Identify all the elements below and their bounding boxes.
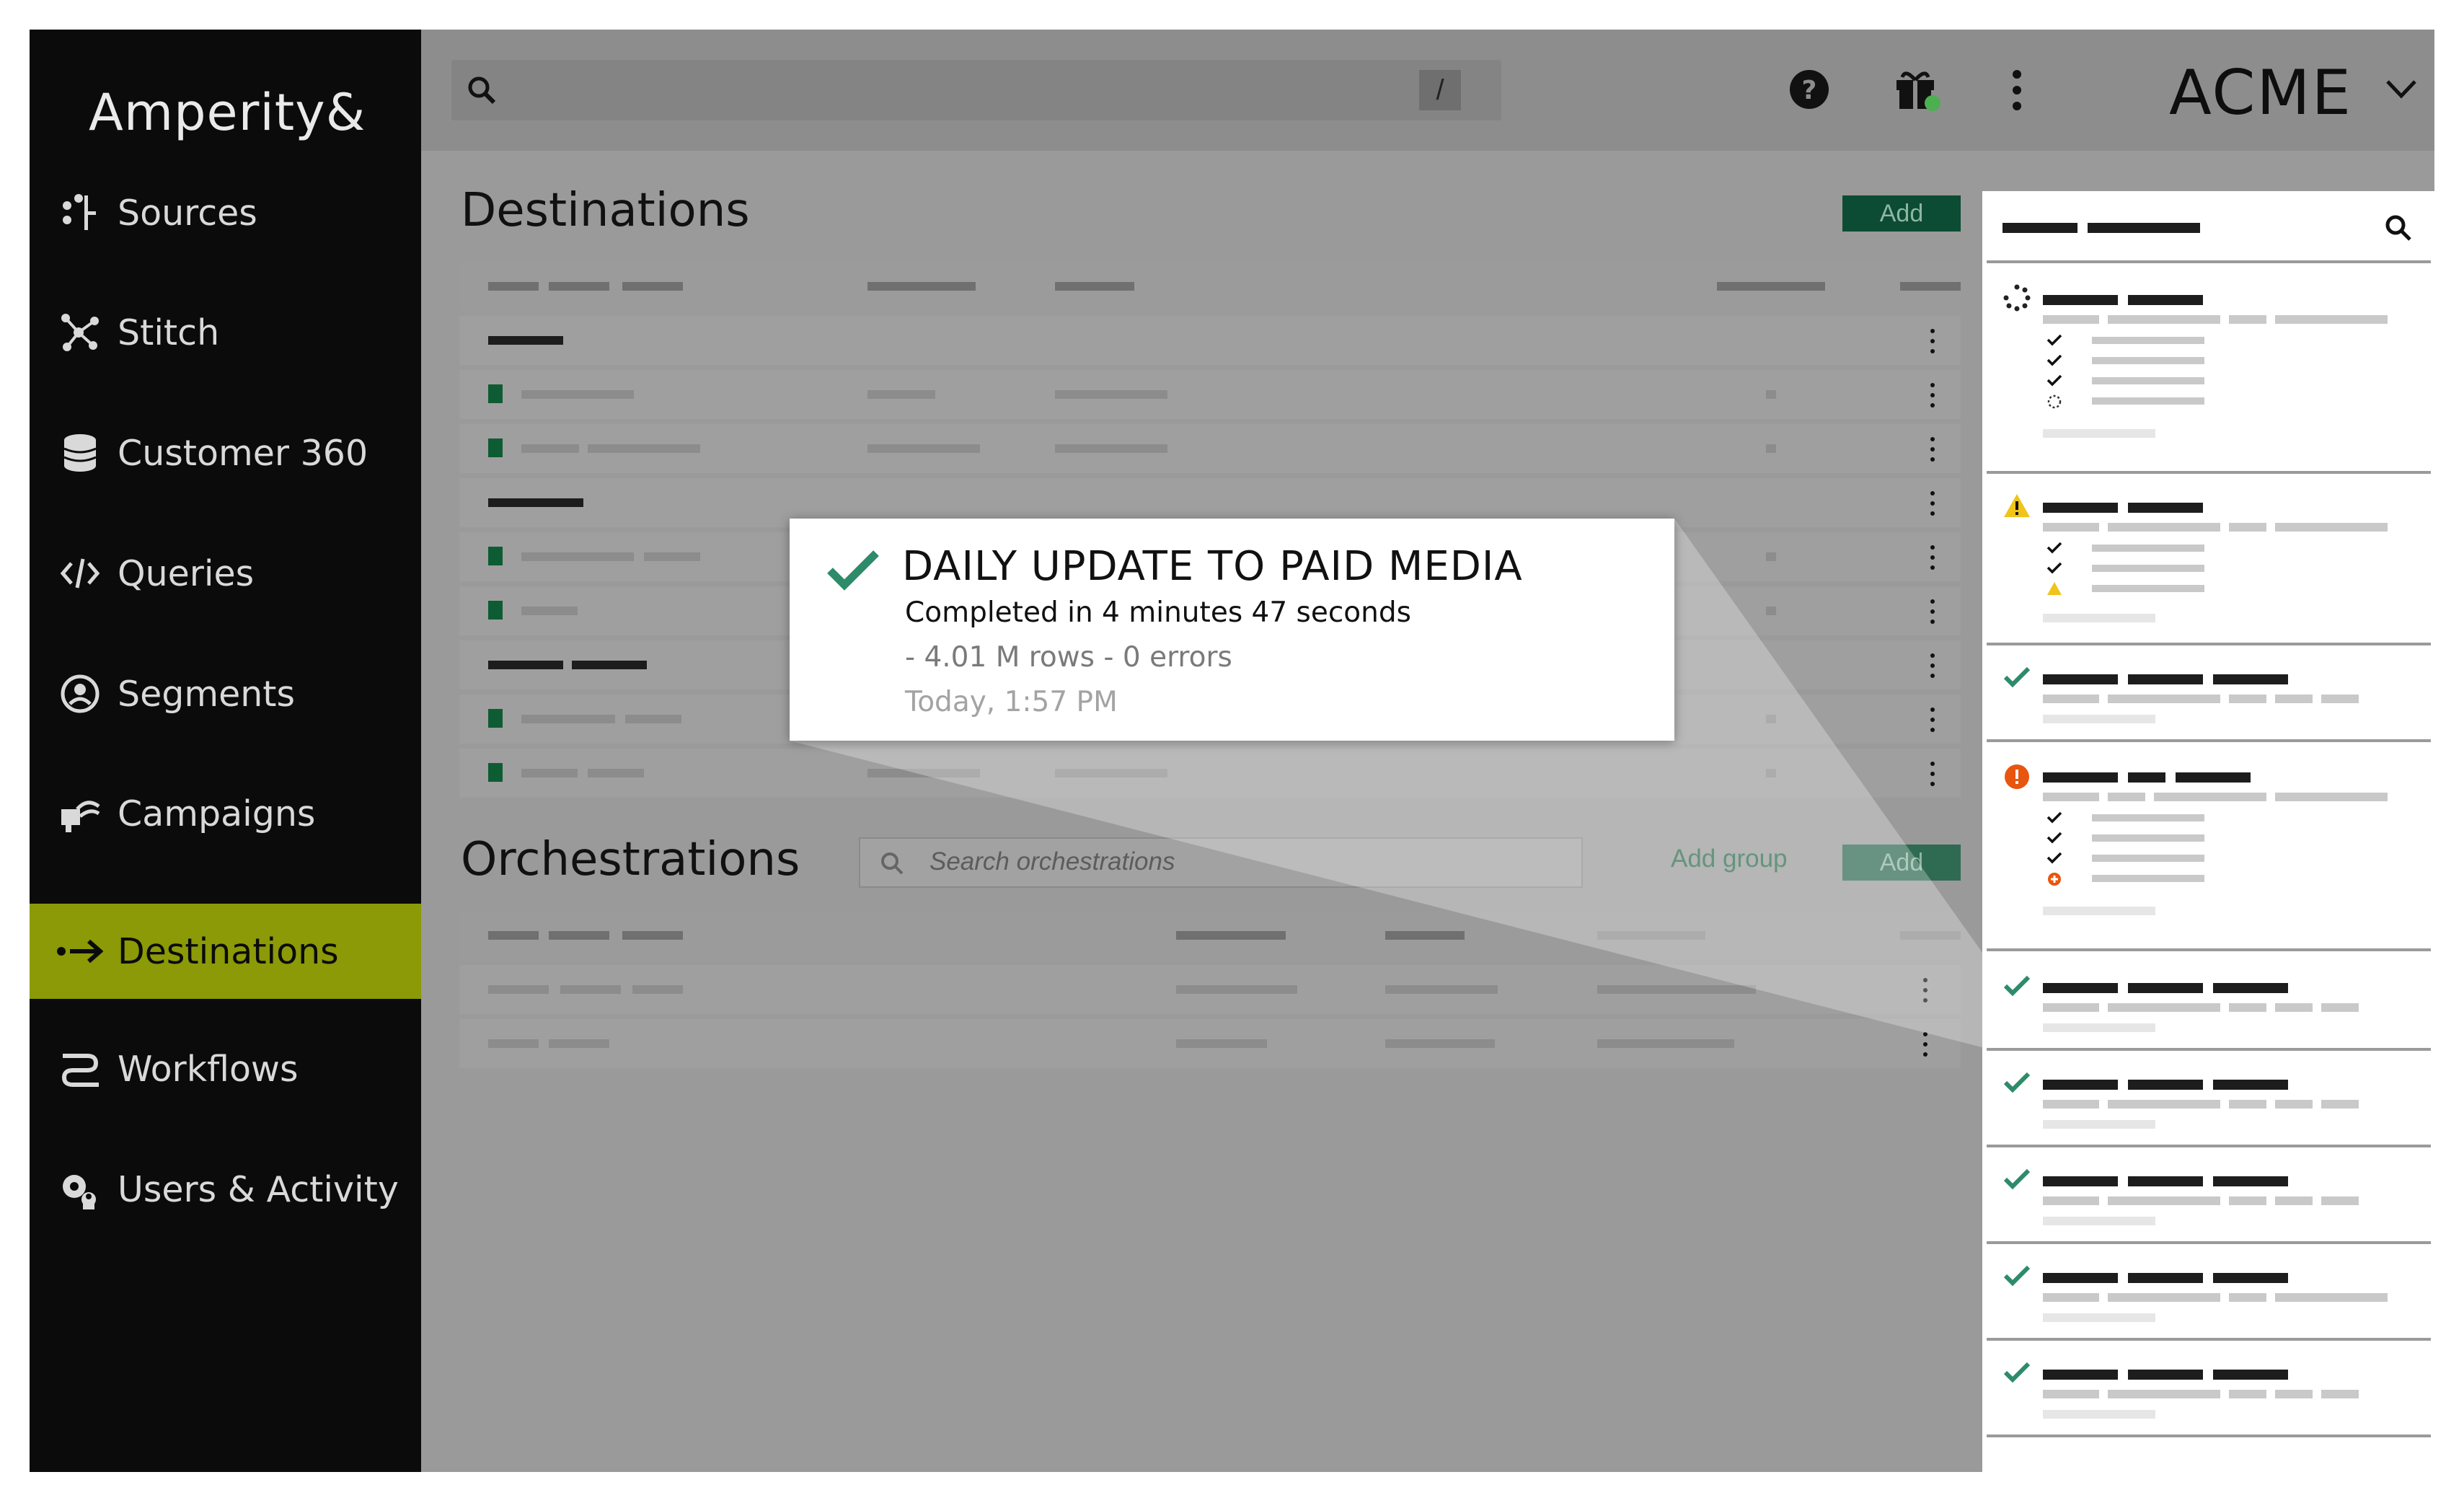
- popup-subtitle: Completed in 4 minutes 47 seconds: [905, 596, 1411, 629]
- check-icon: [2046, 374, 2062, 387]
- check-icon: [2003, 1072, 2031, 1093]
- error-icon: [2048, 873, 2061, 886]
- search-icon[interactable]: [2383, 213, 2414, 243]
- warning-icon: [2004, 494, 2030, 517]
- popup-title: DAILY UPDATE TO PAID MEDIA: [902, 543, 1523, 590]
- spinner-icon: [2047, 395, 2062, 409]
- check-icon: [2003, 1265, 2031, 1287]
- workflow-card[interactable]: [1987, 269, 2431, 474]
- workflow-card[interactable]: [1987, 1054, 2431, 1147]
- workflow-panel-search[interactable]: [1987, 191, 2431, 263]
- app-frame: Amperity& Sources Stitch Customer 360 Qu…: [30, 30, 2434, 1472]
- workflow-card[interactable]: [1987, 746, 2431, 951]
- check-icon: [2003, 1168, 2031, 1190]
- check-icon: [827, 550, 879, 591]
- popup-timestamp: Today, 1:57 PM: [905, 686, 1118, 718]
- check-icon: [2046, 832, 2062, 844]
- workflow-card[interactable]: [1987, 477, 2431, 645]
- workflow-card[interactable]: [1987, 648, 2431, 742]
- popup-rows-errors: - 4.01 M rows - 0 errors: [905, 641, 1232, 674]
- warning-icon: [2047, 582, 2062, 595]
- check-icon: [2046, 542, 2062, 554]
- workflow-card[interactable]: [1987, 1247, 2431, 1341]
- check-icon: [2003, 1362, 2031, 1383]
- check-icon: [2046, 852, 2062, 864]
- check-icon: [2046, 811, 2062, 824]
- check-icon: [2046, 562, 2062, 574]
- workflow-card[interactable]: [1987, 1150, 2431, 1244]
- check-icon: [2003, 975, 2031, 997]
- workflow-card[interactable]: [1987, 957, 2431, 1051]
- spinner-icon: [2003, 284, 2031, 312]
- check-icon: [2046, 334, 2062, 346]
- error-icon: [2005, 764, 2029, 789]
- workflow-status-popup: DAILY UPDATE TO PAID MEDIA Completed in …: [790, 519, 1674, 741]
- check-icon: [2046, 354, 2062, 366]
- check-icon: [2003, 666, 2031, 688]
- workflow-card[interactable]: [1987, 1344, 2431, 1437]
- workflow-panel: [1982, 191, 2434, 1472]
